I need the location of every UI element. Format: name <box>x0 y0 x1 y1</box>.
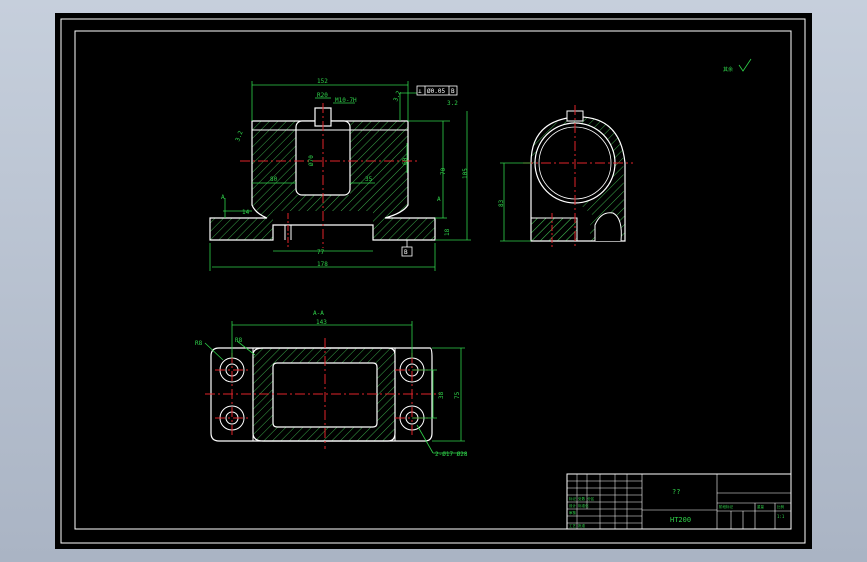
dim-left-inner: 80 <box>270 176 278 183</box>
dim-base-left: 14 <box>242 209 250 216</box>
front-view: 152 R20 M10-7H Ø70 70 105 80 35 60 14 77… <box>209 78 471 271</box>
side-dim-height: 83 <box>498 199 505 207</box>
title-material: HT200 <box>670 516 691 524</box>
datum-b-marker: B <box>401 240 413 257</box>
side-view: 83 <box>498 105 633 249</box>
dim-base-width: 178 <box>317 261 328 268</box>
outer-border <box>60 18 806 544</box>
dim-slot: R20 <box>317 92 328 99</box>
section-view: A-A 143 38 75 R8 R8 2-Ø17 Ø28 <box>195 310 468 458</box>
title-row-1: 标记 处数 分区 <box>569 496 595 501</box>
section-dim-height: 75 <box>454 391 461 399</box>
dim-right-inner: 35 <box>365 176 373 183</box>
section-label-r-left: R8 <box>195 340 203 347</box>
roughness-right: 3.2 <box>447 100 458 107</box>
title-cell-scale: 比例 <box>777 504 785 509</box>
tol-value: Ø0.05 <box>427 88 445 95</box>
dim-height-total: 105 <box>462 168 469 179</box>
section-label-r-inner: R8 <box>235 337 243 344</box>
front-body-hatch-left <box>252 121 296 195</box>
drawing-canvas: 152 R20 M10-7H Ø70 70 105 80 35 60 14 77… <box>60 18 806 544</box>
title-part-name: ?? <box>672 488 680 496</box>
title-row-4: 工艺 批准 <box>569 523 586 528</box>
cad-viewport: 152 R20 M10-7H Ø70 70 105 80 35 60 14 77… <box>0 0 867 562</box>
section-dim-height-inner: 38 <box>438 391 445 399</box>
dim-base-inner-width: 77 <box>317 249 325 256</box>
front-neck-hatch <box>252 195 408 218</box>
tol-symbol: ⊥ <box>418 88 422 95</box>
roughness-left: 3.2 <box>234 130 244 143</box>
dim-top-width: 152 <box>317 78 328 85</box>
section-mark-left: A <box>221 194 225 201</box>
title-scale: 1:1 <box>777 514 785 519</box>
dim-height-inner: 70 <box>440 167 447 175</box>
section-dim-length: 143 <box>316 319 327 326</box>
datum-b: B <box>404 249 408 256</box>
side-base-block <box>530 217 578 242</box>
front-body-hatch-right <box>350 121 408 195</box>
dim-side-tol: 60 <box>402 157 409 165</box>
dim-bore: Ø70 <box>308 155 315 166</box>
dim-thread: M10-7H <box>335 97 357 104</box>
title-row-3: 审核 <box>569 510 577 515</box>
drawing-sheet: 152 R20 M10-7H Ø70 70 105 80 35 60 14 77… <box>55 13 812 549</box>
title-block: 标记 处数 分区 设计 标准化 审核 工艺 批准 阶段标记 重量 比例 ?? H… <box>566 473 792 530</box>
inner-border <box>74 30 792 530</box>
dim-base-height: 18 <box>444 228 451 236</box>
section-label: A-A <box>313 310 324 317</box>
roughness-top: 3.2 <box>392 90 402 103</box>
tolerance-frame: ⊥ Ø0.05 B <box>416 85 458 96</box>
section-mark-right: A <box>437 196 441 203</box>
title-cell-weight: 重量 <box>757 504 765 509</box>
corner-mark: 其余 <box>723 66 733 73</box>
title-row-2: 设计 标准化 <box>569 503 589 508</box>
tol-datum: B <box>451 88 455 95</box>
corner-roughness-mark: 其余 <box>723 58 752 73</box>
title-cell-stage: 阶段标记 <box>719 504 733 509</box>
front-base-hatch-left <box>210 218 273 240</box>
section-hole-callout: 2-Ø17 Ø28 <box>435 451 468 458</box>
front-base-hatch-right <box>373 218 435 240</box>
